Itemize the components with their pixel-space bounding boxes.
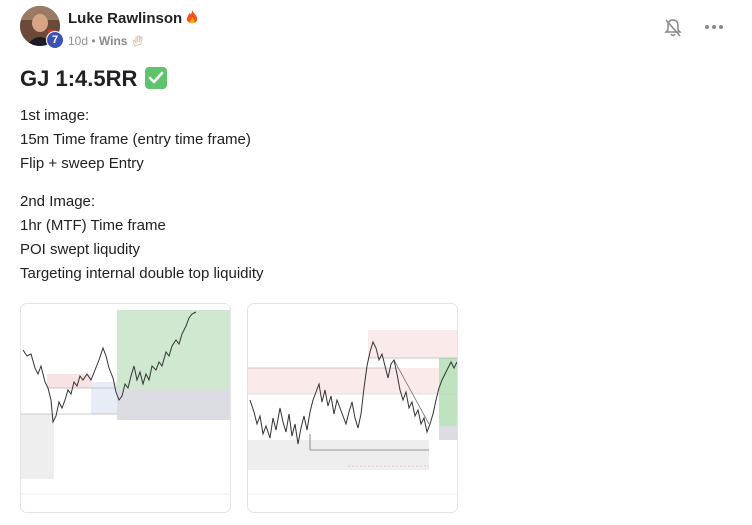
fire-icon (186, 10, 198, 29)
entry-zone (91, 382, 117, 414)
check-mark-button-icon (145, 67, 168, 89)
profit-zone (117, 310, 230, 389)
body-line: 2nd Image: (20, 193, 96, 210)
body-paragraph: 2nd Image: 1hr (MTF) Time frame POI swep… (20, 190, 720, 286)
attachment-image-1[interactable] (20, 303, 231, 513)
post-category[interactable]: Wins (99, 34, 128, 48)
post-title-row: GJ 1:4.5RR (20, 66, 168, 92)
poi-zone (248, 368, 457, 394)
body-line: POI swept liqudity (20, 241, 141, 258)
loss-zone (117, 389, 230, 420)
supply-zone (368, 330, 457, 358)
post-body: 1st image: 15m Time frame (entry time fr… (20, 104, 720, 300)
supply-zone (47, 374, 91, 388)
author-name[interactable]: Luke Rawlinson (68, 10, 182, 27)
author-name-row: Luke Rawlinson (68, 10, 198, 29)
body-line: 15m Time frame (entry time frame) (20, 131, 251, 148)
body-line: Flip + sweep Entry (20, 155, 144, 172)
clapping-hands-icon (132, 35, 144, 50)
post-title: GJ 1:4.5RR (20, 66, 138, 91)
body-paragraph: 1st image: 15m Time frame (entry time fr… (20, 104, 720, 176)
loss-zone (439, 426, 457, 440)
attachment-image-2[interactable] (247, 303, 458, 513)
body-line: 1hr (MTF) Time frame (20, 217, 166, 234)
body-line: 1st image: (20, 107, 90, 124)
author-avatar[interactable]: 7 (20, 6, 64, 50)
poi-zone (21, 414, 54, 479)
body-line: Targeting internal double top liquidity (20, 265, 264, 282)
post-time[interactable]: 10d (68, 34, 88, 48)
post-header: 7 Luke Rawlinson 10d • Wins (20, 6, 732, 52)
level-badge: 7 (46, 31, 64, 49)
demand-zone (248, 440, 429, 470)
bell-icon[interactable] (664, 18, 682, 38)
meta-separator: • (91, 34, 96, 48)
post-meta: 10d • Wins (68, 34, 144, 50)
more-dots-icon[interactable] (704, 20, 724, 34)
